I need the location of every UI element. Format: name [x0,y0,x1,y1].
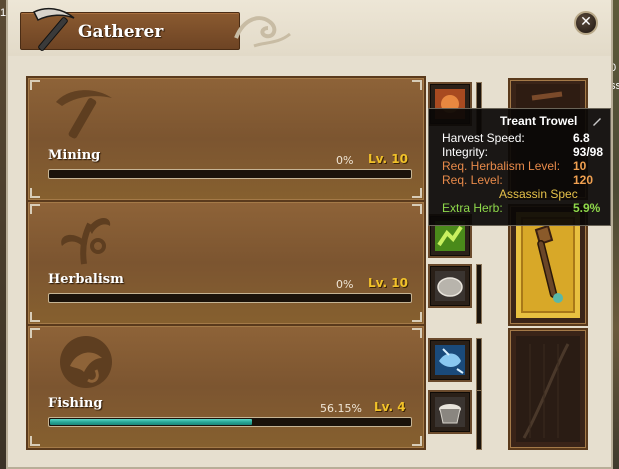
fish-icon [60,336,112,388]
panel-corner-ornament [412,436,422,446]
skill-progress-bar [48,169,412,179]
tooltip-title: Treant Trowel [500,114,578,128]
panel-corner-ornament [30,204,40,214]
tooltip-row-value: 10 [573,159,587,173]
tooltip-row-label: Req. Herbalism Level: [442,159,561,173]
tooltip-row-label: Integrity: [442,145,489,159]
durability-bar [476,390,482,450]
pickaxe-icon [56,90,112,139]
panel-corner-ornament [30,436,40,446]
stone-bowl-icon [435,271,465,301]
skill-level: Lv. 10 [368,276,408,290]
fish-bait-icon [435,345,465,375]
tool-slot-herbalism-2[interactable] [428,264,472,308]
skill-panel-herbalism: Herbalism 0% Lv. 10 [26,200,426,326]
cooking-pot-icon [435,397,465,427]
tooltip-row-value: 6.8 [573,131,590,145]
skill-progress-bar [48,293,412,303]
panel-corner-ornament [412,80,422,90]
tooltip-bonus-label: Extra Herb: [442,201,503,215]
tooltip-row-label: Harvest Speed: [442,131,525,145]
tool-slot-fishing-1[interactable] [428,338,472,382]
equip-slot-fishing[interactable] [508,328,588,450]
tooltip-row-value: 120 [573,173,594,187]
panel-corner-ornament [412,328,422,338]
skill-progress-fill [50,419,252,425]
tooltip-spec-line: Assassin Spec [499,187,578,201]
panel-corner-ornament [412,188,422,198]
skill-progress-bar [48,417,412,427]
skill-name: Herbalism [48,272,124,287]
herb-icon [61,218,111,265]
panel-corner-ornament [412,312,422,322]
durability-bar [476,338,482,398]
panel-corner-ornament [30,312,40,322]
skill-panel-mining: Mining 0% Lv. 10 [26,76,426,202]
pencil-icon [593,118,601,126]
tooltip-bonus-value: 5.9% [573,201,601,215]
close-button[interactable]: ✕ [574,11,598,35]
panel-corner-ornament [30,328,40,338]
skill-percent: 0% [336,154,354,167]
skill-name: Mining [48,148,101,163]
pickaxe-title-icon [32,7,75,51]
panel-corner-ornament [30,80,40,90]
tool-slot-fishing-2[interactable] [428,390,472,434]
close-icon: ✕ [580,14,592,30]
tooltip-row-label: Req. Level: [442,173,503,187]
durability-bar [476,264,482,324]
gatherer-window: Gatherer ✕ Mining 0% Lv. 10 Herbalism 0%… [6,0,613,469]
title-bar[interactable]: Gatherer ✕ [8,0,611,56]
skill-name: Fishing [48,396,103,411]
skill-percent: 0% [336,278,354,291]
skill-level: Lv. 10 [368,152,408,166]
panel-corner-ornament [412,204,422,214]
panel-corner-ornament [30,188,40,198]
skill-panel-fishing: Fishing 56.15% Lv. 4 [26,324,426,450]
item-tooltip: Treant Trowel Harvest Speed: 6.8 Integri… [428,108,611,226]
title-flourish-ornament [234,16,291,48]
fishing-rod-equip-icon [516,336,580,442]
window-title: Gatherer [78,22,164,42]
tooltip-row-value: 93/98 [573,145,604,159]
skill-level: Lv. 4 [374,400,406,414]
skill-percent: 56.15% [320,402,362,415]
